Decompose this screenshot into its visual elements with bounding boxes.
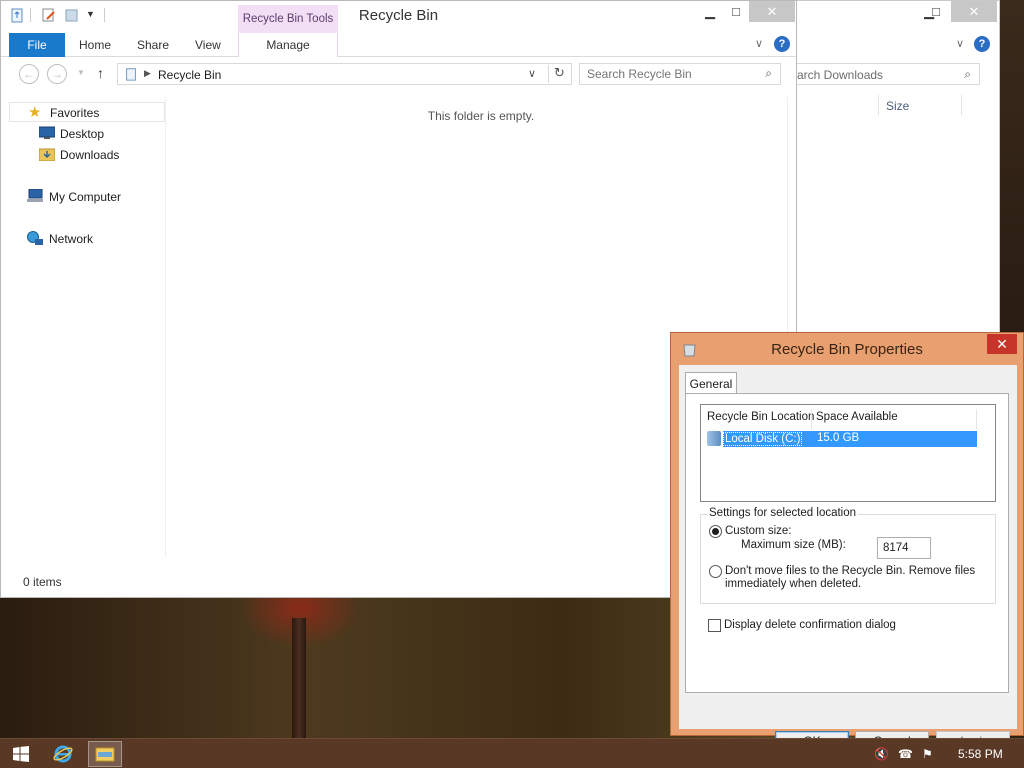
close-button[interactable]: ✕ <box>749 1 795 22</box>
settings-groupbox: Settings for selected location Custom si… <box>700 507 996 604</box>
star-icon: ★ <box>28 104 42 121</box>
search-input[interactable] <box>587 65 757 83</box>
dont-move-label-line2: immediately when deleted. <box>725 578 862 590</box>
forward-button[interactable]: → <box>47 64 67 84</box>
max-size-input[interactable]: 8174 <box>877 537 931 559</box>
column-separator <box>811 409 812 429</box>
search-icon[interactable]: ⌕ <box>964 67 971 82</box>
start-button[interactable] <box>4 741 38 767</box>
column-header-size[interactable]: Size <box>886 99 909 113</box>
maximize-button[interactable]: □ <box>921 1 951 22</box>
address-dropdown-icon[interactable]: ∨ <box>528 67 536 80</box>
close-button[interactable]: ✕ <box>951 1 997 22</box>
sidebar-item-label: Desktop <box>60 127 105 141</box>
refresh-button[interactable]: ↻ <box>548 65 570 83</box>
groupbox-label: Settings for selected location <box>707 507 859 519</box>
search-icon[interactable]: ⌕ <box>765 66 772 81</box>
internet-explorer-icon <box>53 745 73 763</box>
folder-icon <box>95 747 115 762</box>
tab-share[interactable]: Share <box>137 33 169 57</box>
column-header-location[interactable]: Recycle Bin Location <box>707 411 814 423</box>
address-bar[interactable]: ▶ Recycle Bin ∨ ↻ <box>117 63 572 85</box>
navigation-bar: ← → ▼ ↑ ▶ Recycle Bin ∨ ↻ ⌕ <box>1 61 796 87</box>
back-button[interactable]: ← <box>19 64 39 84</box>
sidebar-item-label: My Computer <box>49 190 122 204</box>
sidebar-item-label: Favorites <box>50 106 100 120</box>
help-icon[interactable]: ? <box>974 36 990 52</box>
computer-icon <box>27 189 43 202</box>
empty-folder-message: This folder is empty. <box>427 109 535 123</box>
breadcrumb-recycle-bin[interactable]: Recycle Bin <box>158 68 221 82</box>
wallpaper-flower-stem <box>292 618 306 738</box>
sidebar-item-favorites[interactable]: ★ Favorites <box>9 102 165 122</box>
tab-manage[interactable]: Manage <box>238 33 338 57</box>
column-separator <box>961 95 962 115</box>
location-cell: Local Disk (C:) <box>723 432 803 446</box>
recycle-bin-properties-dialog[interactable]: Recycle Bin Properties ✕ General Recycle… <box>670 332 1024 752</box>
title-bar[interactable]: ▼ Recycle Bin Tools Recycle Bin ▁ □ ✕ <box>1 1 796 33</box>
downloads-folder-icon <box>39 148 55 161</box>
window-title: Recycle Bin <box>358 7 439 24</box>
ribbon-expand-icon[interactable]: ∨ <box>755 37 763 50</box>
up-button[interactable]: ↑ <box>97 65 104 81</box>
sidebar-item-my-computer[interactable]: My Computer <box>9 187 165 207</box>
tab-home[interactable]: Home <box>79 33 111 57</box>
space-cell: 15.0 GB <box>817 432 860 444</box>
sidebar-item-downloads[interactable]: Downloads <box>9 145 165 165</box>
tab-file[interactable]: File <box>9 33 65 57</box>
network-icon <box>27 231 43 245</box>
search-box[interactable]: ⌕ <box>579 63 781 85</box>
volume-muted-icon[interactable]: 🔇 <box>874 747 889 761</box>
navigation-pane: ★ Favorites Desktop Downloads My Compute… <box>9 97 165 557</box>
windows-logo-icon <box>13 746 29 762</box>
confirm-delete-checkbox[interactable] <box>708 619 721 632</box>
tab-view[interactable]: View <box>195 33 221 57</box>
action-center-icon[interactable]: ⚑ <box>922 747 933 761</box>
column-header-space[interactable]: Space Available <box>816 411 898 423</box>
sidebar-item-label: Downloads <box>60 148 120 162</box>
ribbon-tabs: File Home Share View Manage <box>1 33 796 57</box>
dialog-title: Recycle Bin Properties <box>771 341 923 358</box>
help-icon[interactable]: ? <box>774 36 790 52</box>
list-item[interactable]: Local Disk (C:) 15.0 GB <box>723 431 977 447</box>
sidebar-item-desktop[interactable]: Desktop <box>9 124 165 144</box>
dialog-close-button[interactable]: ✕ <box>987 334 1017 354</box>
column-separator <box>878 95 879 115</box>
general-tab-panel: Recycle Bin Location Space Available Loc… <box>685 393 1009 693</box>
custom-size-label: Custom size: <box>725 525 792 537</box>
breadcrumb-arrow-icon[interactable]: ▶ <box>144 68 151 79</box>
internet-explorer-button[interactable] <box>46 741 80 767</box>
search-downloads-input[interactable]: arch Downloads ⌕ <box>796 63 980 85</box>
recycle-bin-icon <box>126 68 136 81</box>
confirm-delete-label: Display delete confirmation dialog <box>724 619 896 631</box>
drive-icon <box>707 431 721 446</box>
recent-locations-icon[interactable]: ▼ <box>77 68 85 77</box>
search-downloads-placeholder: arch Downloads <box>797 68 884 82</box>
network-tray-icon[interactable]: ☎ <box>898 747 913 761</box>
file-explorer-button[interactable] <box>88 741 122 767</box>
tab-general[interactable]: General <box>685 372 737 394</box>
dont-move-radio[interactable] <box>709 565 722 578</box>
taskbar: 🔇 ☎ ⚑ 5:58 PM <box>0 738 1024 768</box>
status-item-count: 0 items <box>23 575 62 589</box>
maximize-button[interactable]: □ <box>721 1 751 22</box>
dialog-body: General Recycle Bin Location Space Avail… <box>679 365 1017 752</box>
dont-move-label-line1: Don't move files to the Recycle Bin. Rem… <box>725 565 976 577</box>
column-separator <box>976 409 977 429</box>
sidebar-item-label: Network <box>49 232 94 246</box>
location-list[interactable]: Recycle Bin Location Space Available Loc… <box>700 404 996 502</box>
ribbon-expand-icon[interactable]: ∨ <box>956 37 964 50</box>
sidebar-item-network[interactable]: Network <box>9 229 165 249</box>
list-header: Recycle Bin Location Space Available <box>701 409 995 429</box>
desktop-icon <box>39 126 55 139</box>
taskbar-clock[interactable]: 5:58 PM <box>958 747 1003 761</box>
max-size-label: Maximum size (MB): <box>741 539 846 551</box>
custom-size-radio[interactable] <box>709 525 722 538</box>
